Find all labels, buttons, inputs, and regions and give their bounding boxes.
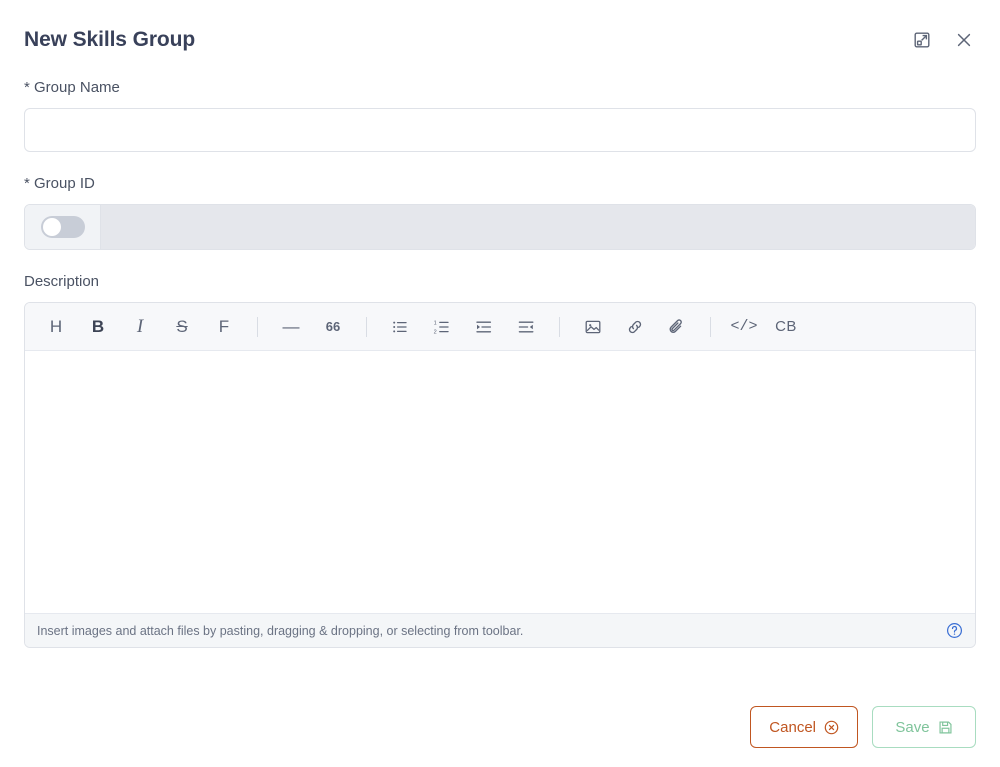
header-actions [910, 28, 976, 52]
group-name-input[interactable] [24, 108, 976, 152]
expand-icon[interactable] [910, 28, 934, 52]
toolbar-horizontal-rule-icon[interactable]: — [274, 310, 308, 344]
group-id-auto-toggle[interactable] [40, 216, 85, 238]
editor-hint-text: Insert images and attach files by pastin… [37, 623, 524, 638]
group-id-label: * Group ID [24, 175, 95, 192]
group-id-input[interactable] [101, 205, 975, 249]
close-icon[interactable] [952, 28, 976, 52]
separator-2 [366, 316, 367, 337]
description-label: Description [24, 273, 100, 290]
description-editor: H B I S F —66 1 2 </> CB Insert images and attach… [24, 302, 976, 648]
toolbar-bold-icon[interactable]: B [81, 310, 115, 344]
cancel-circle-x-icon [824, 720, 839, 735]
toolbar-link-icon[interactable] [618, 310, 652, 344]
toggle-knob [42, 218, 61, 236]
toolbar-outdent-icon[interactable] [509, 310, 543, 344]
description-textarea[interactable] [25, 351, 975, 613]
group-id-row [24, 204, 976, 250]
group-name-label: * Group Name [24, 79, 120, 96]
toolbar-inline-code-icon[interactable]: </> [727, 310, 761, 344]
toolbar-attachment-icon[interactable] [660, 310, 694, 344]
toolbar-italic-icon[interactable]: I [123, 310, 157, 344]
svg-text:1: 1 [434, 320, 437, 326]
group-name-field: * Group Name [24, 80, 976, 152]
toolbar-blockquote-icon[interactable]: 66 [316, 310, 350, 344]
toolbar-image-icon[interactable] [576, 310, 610, 344]
svg-text:2: 2 [434, 329, 437, 335]
toolbar-strikethrough-icon[interactable]: S [165, 310, 199, 344]
group-id-toggle-wrapper [25, 205, 101, 249]
new-skills-group-dialog: New Skills Group * Group Name * Group ID… [0, 0, 1000, 767]
separator-4 [710, 316, 711, 337]
toolbar-code-block-icon[interactable]: CB [769, 310, 803, 344]
editor-toolbar: H B I S F —66 1 2 </> CB [25, 303, 975, 351]
help-icon[interactable] [945, 622, 963, 640]
toolbar-numbered-list-icon[interactable]: 12 [425, 310, 459, 344]
group-id-field: * Group ID [24, 176, 976, 250]
save-button-label: Save [895, 718, 930, 736]
save-button[interactable]: Save [872, 706, 976, 748]
dialog-header: New Skills Group [0, 0, 1000, 80]
separator-1 [257, 316, 258, 337]
page-title: New Skills Group [24, 28, 196, 51]
description-field: Description H B I S F —66 1 2 </> CB Insert image… [24, 274, 976, 648]
toolbar-bullet-list-icon[interactable] [383, 310, 417, 344]
toolbar-indent-icon[interactable] [467, 310, 501, 344]
toolbar-font-icon[interactable]: F [207, 310, 241, 344]
separator-3 [559, 316, 560, 337]
save-floppy-icon [938, 720, 953, 735]
cancel-button[interactable]: Cancel [750, 706, 858, 748]
toolbar-heading-icon[interactable]: H [39, 310, 73, 344]
cancel-button-label: Cancel [769, 718, 816, 736]
dialog-body: * Group Name * Group ID Description HBIS… [0, 80, 1000, 672]
dialog-footer: Cancel Save [0, 687, 1000, 767]
editor-hint-bar: Insert images and attach files by pastin… [25, 613, 975, 647]
